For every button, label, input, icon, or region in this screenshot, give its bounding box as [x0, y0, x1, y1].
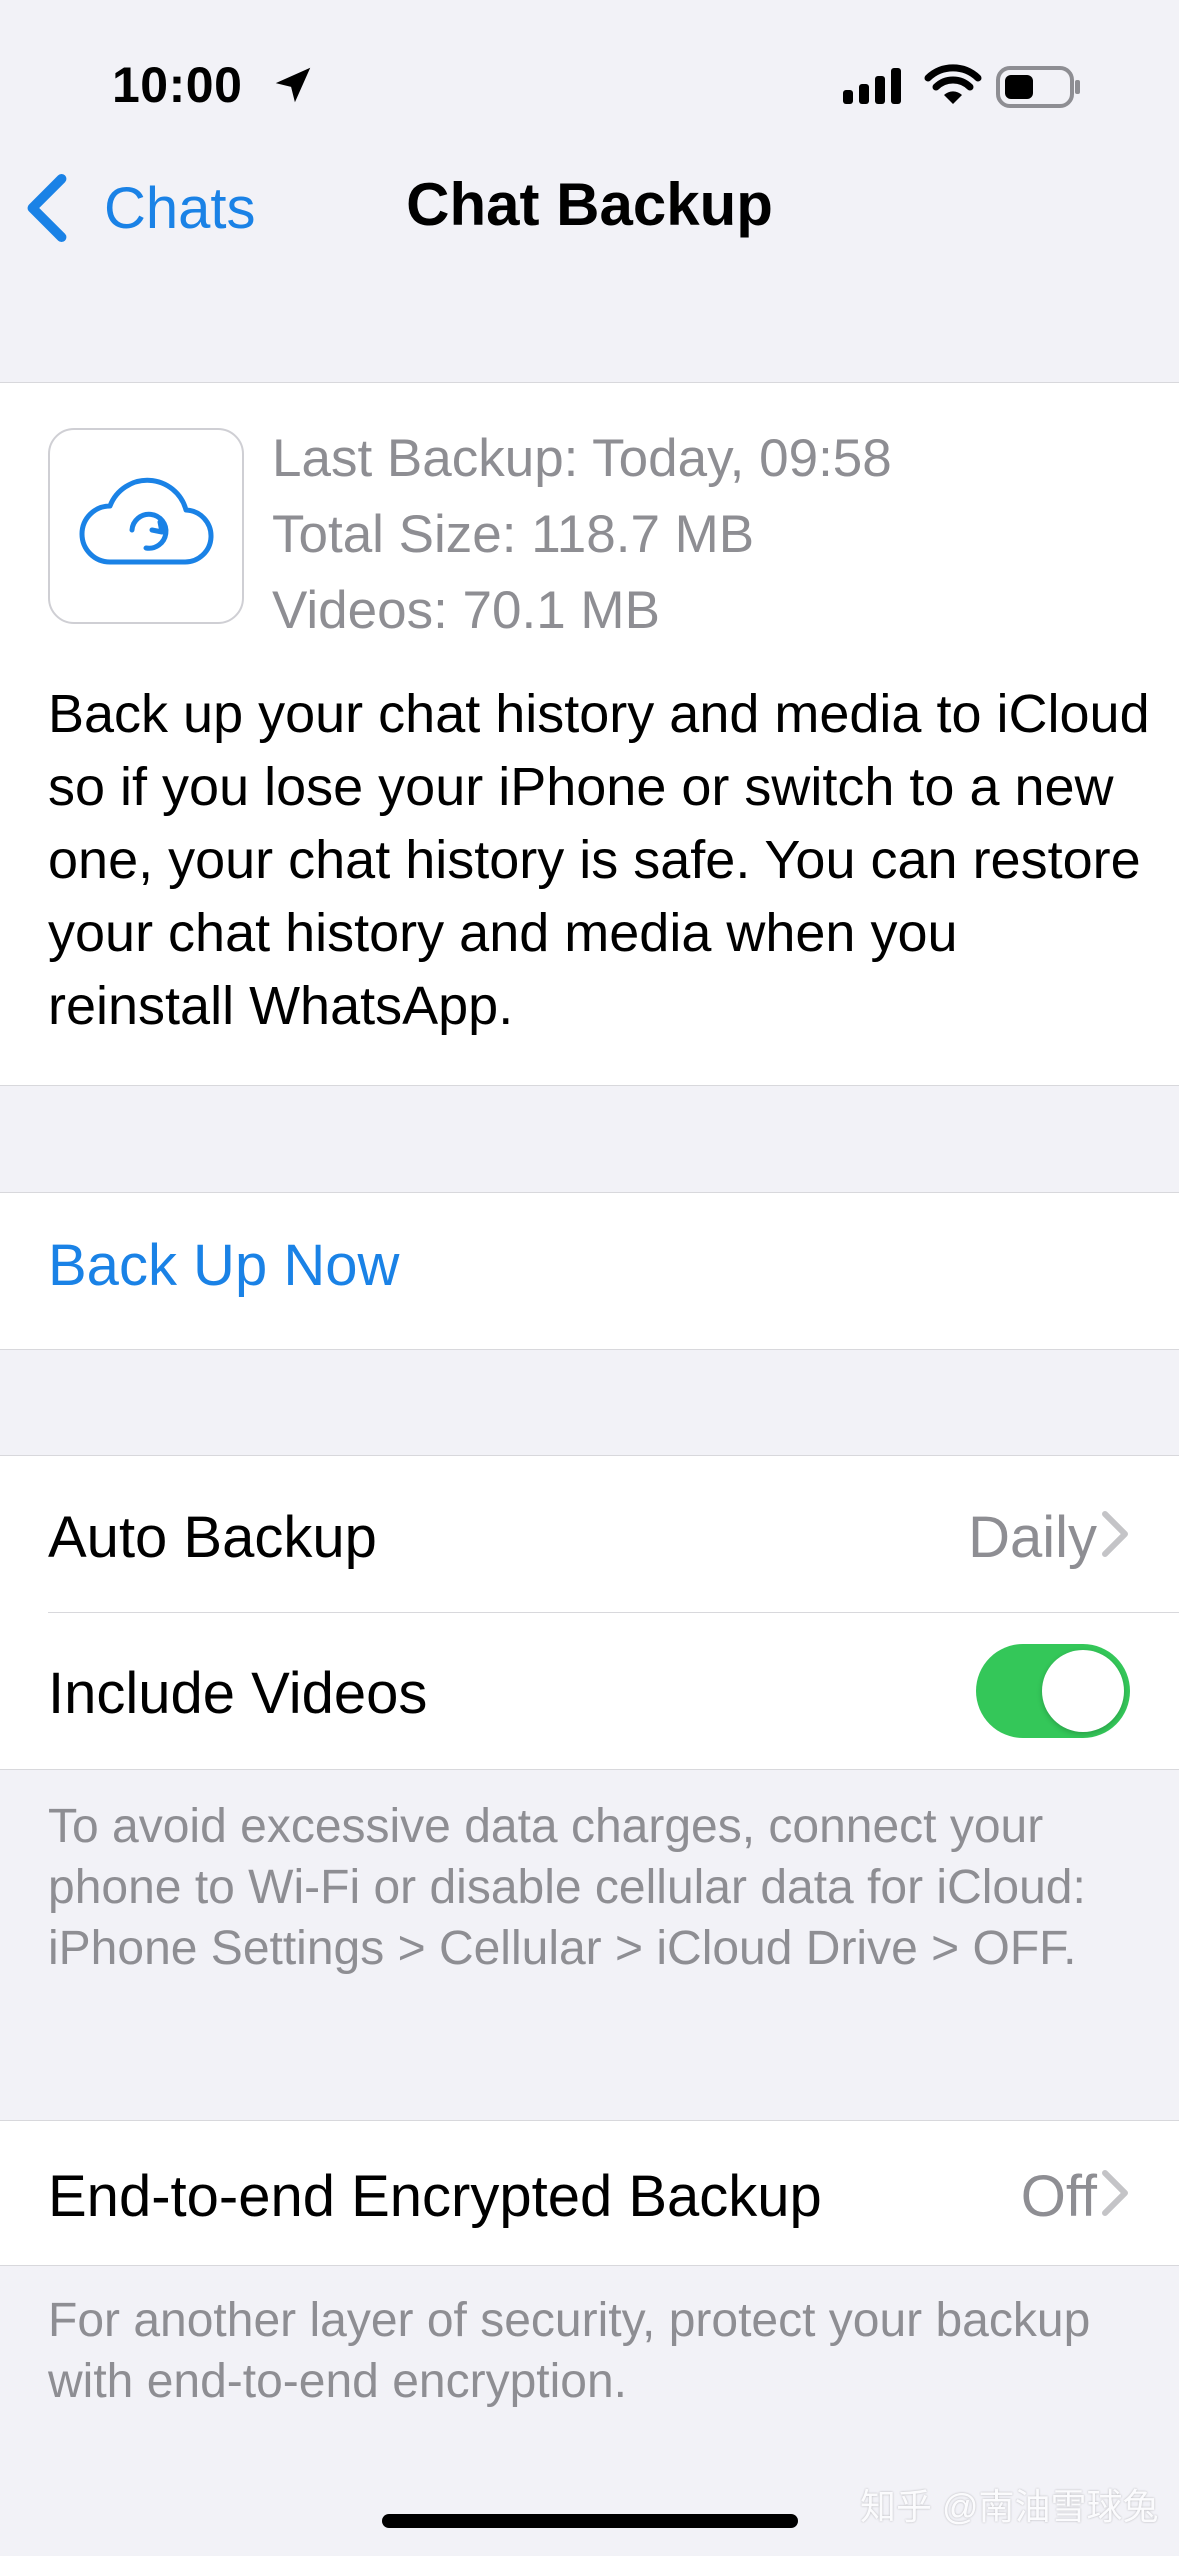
e2e-backup-label: End-to-end Encrypted Backup — [48, 2164, 822, 2229]
chevron-right-icon — [1102, 2170, 1128, 2216]
icloud-backup-icon-box — [48, 428, 244, 624]
wifi-icon — [924, 64, 982, 104]
location-arrow-icon — [275, 67, 311, 103]
row-divider — [48, 1612, 1179, 1613]
auto-backup-row[interactable]: Auto Backup Daily — [0, 1456, 1179, 1612]
back-up-now-button[interactable]: Back Up Now — [48, 1232, 399, 1299]
e2e-backup-note: For another layer of security, protect y… — [48, 2294, 1091, 2408]
last-backup-text: Last Backup: Today, 09:58 — [272, 429, 892, 488]
auto-backup-label: Auto Backup — [48, 1505, 377, 1570]
include-videos-label: Include Videos — [48, 1661, 428, 1726]
cellular-signal-icon — [843, 68, 901, 104]
icloud-sync-icon — [79, 477, 214, 565]
toggle-knob — [1042, 1650, 1124, 1732]
battery-icon — [996, 66, 1080, 108]
e2e-backup-row[interactable]: End-to-end Encrypted Backup Off — [0, 2121, 1179, 2263]
include-videos-toggle[interactable] — [976, 1644, 1130, 1738]
watermark-text: 知乎 @南油雪球兔 — [860, 2486, 1159, 2527]
auto-backup-value: Daily — [968, 1505, 1097, 1570]
backup-description: Back up your chat history and media to i… — [48, 684, 1150, 1036]
chevron-right-icon — [1102, 1511, 1128, 1557]
status-time: 10:00 — [112, 57, 243, 113]
home-indicator[interactable] — [382, 2514, 798, 2528]
videos-data-charges-note: To avoid excessive data charges, connect… — [48, 1800, 1086, 1975]
total-size-text: Total Size: 118.7 MB — [272, 505, 755, 564]
videos-size-text: Videos: 70.1 MB — [272, 581, 660, 640]
e2e-backup-value: Off — [1020, 2164, 1097, 2229]
page-title: Chat Backup — [406, 171, 773, 238]
